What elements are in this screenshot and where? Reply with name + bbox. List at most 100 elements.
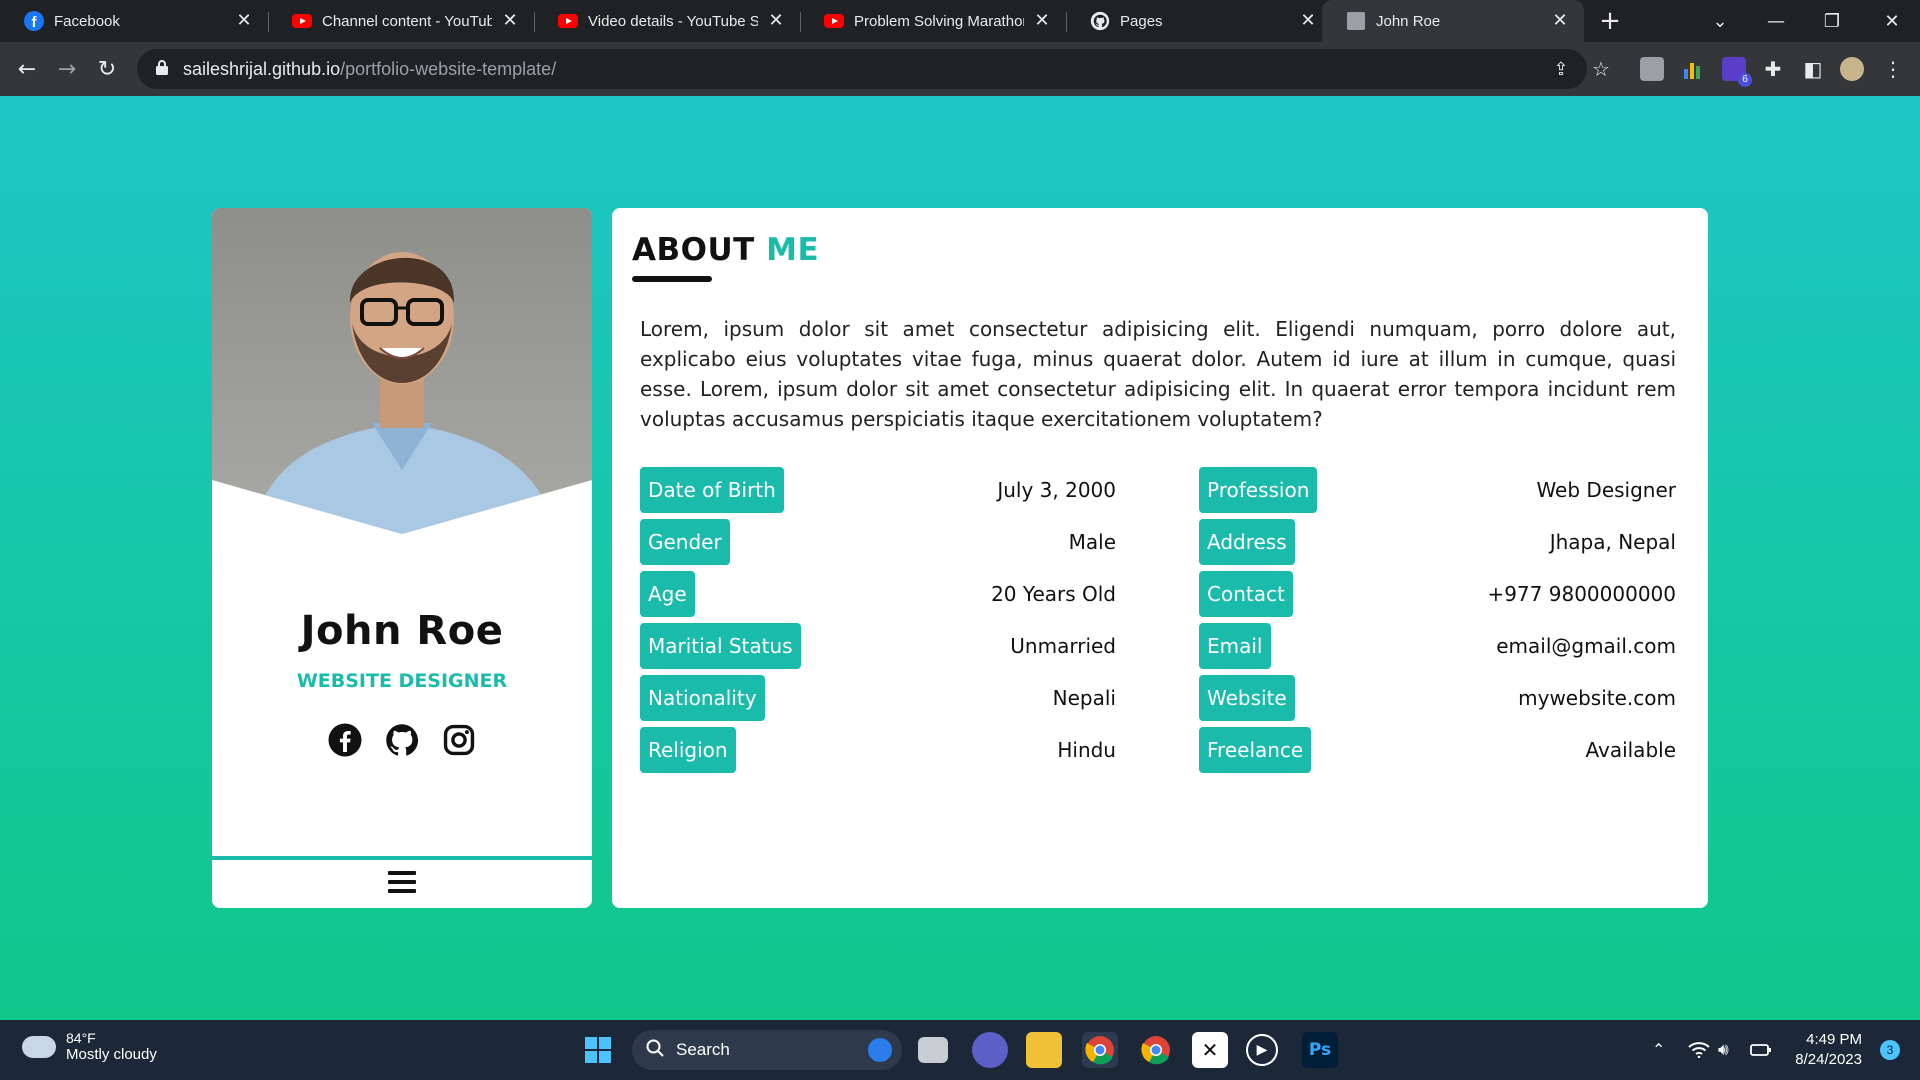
extension-badge-icon[interactable]: 6	[1722, 57, 1752, 87]
search-label: Search	[676, 1040, 730, 1059]
volume-icon[interactable]: 🔊︎	[1718, 1020, 1729, 1080]
side-panel-icon[interactable]: ◧	[1798, 54, 1828, 84]
youtube-icon	[824, 11, 844, 31]
search-icon	[646, 1039, 664, 1062]
tab-title: Video details - YouTube Stu	[588, 12, 758, 30]
menu-kebab-icon[interactable]: ⋮	[1878, 54, 1908, 84]
facebook-icon[interactable]	[327, 722, 363, 758]
task-view-icon[interactable]	[918, 1037, 948, 1063]
capcut-icon[interactable]: ✕	[1192, 1032, 1228, 1068]
facebook-icon: f	[24, 11, 44, 31]
info-row: Website mywebsite.com	[1199, 674, 1676, 722]
tab-search-chevron-icon[interactable]: ⌄	[1692, 0, 1748, 42]
info-label: Contact	[1199, 571, 1293, 617]
tab-title: Channel content - YouTube	[322, 12, 492, 30]
close-icon[interactable]: ✕	[234, 11, 254, 31]
info-label: Maritial Status	[640, 623, 801, 669]
notification-badge[interactable]: 3	[1880, 1040, 1900, 1060]
close-icon[interactable]: ✕	[500, 11, 520, 31]
new-tab-button[interactable]: +	[1582, 0, 1638, 42]
chrome-profile-icon[interactable]	[1138, 1032, 1174, 1068]
info-value: mywebsite.com	[1518, 686, 1676, 710]
minimize-button[interactable]: —	[1748, 0, 1804, 42]
reload-button[interactable]: ↻	[92, 54, 122, 84]
address-bar[interactable]: saileshrijal.github.io/portfolio-website…	[137, 49, 1587, 89]
info-label: Address	[1199, 519, 1295, 565]
tab-facebook[interactable]: f Facebook ✕	[0, 0, 268, 42]
about-heading-main: ABOUT	[632, 232, 755, 268]
info-value: Web Designer	[1536, 478, 1676, 502]
info-row: Contact +977 9800000000	[1199, 570, 1676, 618]
weather-condition: Mostly cloudy	[66, 1046, 157, 1063]
back-button[interactable]: ←	[12, 54, 42, 84]
page-viewport: John Roe WEBSITE DESIGNER ABOUT ME Lorem…	[0, 96, 1920, 1020]
file-explorer-icon[interactable]	[1026, 1032, 1062, 1068]
info-value: Male	[1068, 530, 1116, 554]
tab-problem-solving[interactable]: Problem Solving Marathon ✕	[800, 0, 1066, 42]
info-value: +977 9800000000	[1487, 582, 1676, 606]
weather-widget[interactable]: 84°F Mostly cloudy	[22, 1027, 157, 1063]
system-clock[interactable]: 4:49 PM 8/24/2023	[1795, 1030, 1862, 1070]
chrome-icon[interactable]	[1082, 1032, 1118, 1068]
windows-start-icon[interactable]	[580, 1032, 616, 1068]
tab-strip: f Facebook ✕ Channel content - YouTube ✕…	[0, 0, 1920, 42]
about-heading-accent: ME	[766, 232, 820, 268]
teams-chat-icon[interactable]	[972, 1032, 1008, 1068]
info-label: Freelance	[1199, 727, 1312, 773]
profile-photo	[212, 208, 592, 534]
close-icon[interactable]: ✕	[1550, 11, 1570, 31]
close-icon[interactable]: ✕	[1298, 11, 1318, 31]
tab-pages[interactable]: Pages ✕	[1066, 0, 1332, 42]
restore-button[interactable]: ❐	[1804, 0, 1860, 42]
info-row: Profession Web Designer	[1199, 466, 1676, 514]
tab-title: John Roe	[1376, 12, 1441, 30]
close-icon[interactable]: ✕	[766, 11, 786, 31]
info-label: Email	[1199, 623, 1271, 669]
info-value: Jhapa, Nepal	[1549, 530, 1676, 554]
bookmark-star-icon[interactable]: ☆	[1586, 54, 1616, 84]
github-icon	[1090, 11, 1110, 31]
extension-1-icon[interactable]	[1640, 57, 1664, 81]
weather-temperature: 84°F	[66, 1030, 96, 1046]
url-text[interactable]: saileshrijal.github.io/portfolio-website…	[183, 59, 556, 80]
info-row: Maritial Status Unmarried	[640, 622, 1116, 670]
youtube-icon	[292, 11, 312, 31]
instagram-icon[interactable]	[441, 722, 477, 758]
taskbar-search[interactable]: Search	[632, 1030, 902, 1070]
media-player-icon[interactable]: ▶	[1246, 1034, 1278, 1066]
tab-video-details[interactable]: Video details - YouTube Stu ✕	[534, 0, 800, 42]
info-value: Unmarried	[1010, 634, 1116, 658]
clock-time: 4:49 PM	[1806, 1031, 1862, 1048]
info-value: email@gmail.com	[1496, 634, 1676, 658]
info-row: Age 20 Years Old	[640, 570, 1116, 618]
profile-avatar[interactable]	[1840, 57, 1864, 81]
forward-button[interactable]: →	[52, 54, 82, 84]
page-icon	[1346, 11, 1366, 31]
profile-card: John Roe WEBSITE DESIGNER	[212, 208, 592, 908]
tab-channel-content[interactable]: Channel content - YouTube ✕	[268, 0, 534, 42]
extensions-puzzle-icon[interactable]: ✚	[1758, 54, 1788, 84]
analytics-extension-icon[interactable]	[1680, 57, 1704, 81]
tab-title: Facebook	[54, 12, 120, 30]
clock-date: 8/24/2023	[1795, 1051, 1862, 1068]
close-window-button[interactable]: ✕	[1864, 0, 1920, 42]
hamburger-menu-icon[interactable]	[387, 869, 417, 899]
wifi-icon[interactable]	[1688, 1020, 1710, 1080]
bing-icon[interactable]	[868, 1038, 892, 1062]
taskbar: 84°F Mostly cloudy Search ✕ ▶ Ps ⌃ 🔊︎ 4:…	[0, 1020, 1920, 1080]
extension-badge: 6	[1738, 73, 1752, 87]
close-icon[interactable]: ✕	[1032, 11, 1052, 31]
info-value: July 3, 2000	[997, 478, 1116, 502]
tab-john-roe[interactable]: John Roe ✕	[1322, 0, 1584, 42]
share-icon[interactable]: ⇪	[1546, 54, 1576, 84]
show-hidden-icons-chevron-icon[interactable]: ⌃	[1652, 1020, 1665, 1080]
info-value: 20 Years Old	[991, 582, 1116, 606]
youtube-icon	[558, 11, 578, 31]
info-value: Hindu	[1057, 738, 1116, 762]
photoshop-icon[interactable]: Ps	[1302, 1032, 1338, 1068]
lock-icon[interactable]	[155, 59, 169, 79]
battery-icon[interactable]	[1750, 1020, 1772, 1080]
info-value: Available	[1585, 738, 1676, 762]
github-icon[interactable]	[384, 722, 420, 758]
social-links	[212, 722, 592, 758]
